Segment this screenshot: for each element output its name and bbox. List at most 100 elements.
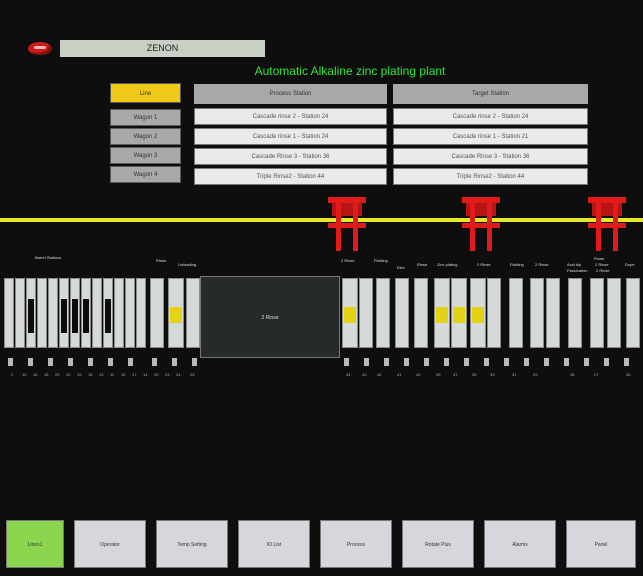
tank-foot <box>484 358 489 366</box>
tank-slot[interactable] <box>150 278 164 348</box>
tank-slot[interactable] <box>70 278 80 348</box>
tank-slot[interactable] <box>81 278 91 348</box>
station-number: 17 <box>132 372 137 377</box>
nav-io-list-button[interactable]: IO List <box>238 520 310 568</box>
station-number: 19 <box>77 372 82 377</box>
tank-foot <box>584 358 589 366</box>
tank-foot <box>464 358 469 366</box>
tank-slot[interactable] <box>395 278 409 348</box>
station-number: 12 <box>121 372 126 377</box>
tank-foot <box>88 358 93 366</box>
tank-slot[interactable] <box>546 278 560 348</box>
station-group-label: Unloading <box>178 262 197 267</box>
tank-slot[interactable] <box>568 278 582 348</box>
tank-slot[interactable] <box>136 278 146 348</box>
station-number: 35 <box>472 372 477 377</box>
tank-slot[interactable] <box>451 278 467 348</box>
nav-operator-button[interactable]: Operator <box>74 520 146 568</box>
tank-slot[interactable] <box>607 278 621 348</box>
nav-panel-button[interactable]: Panel <box>566 520 636 568</box>
tank-slot[interactable] <box>590 278 604 348</box>
tank-foot <box>344 358 349 366</box>
tank-slot[interactable] <box>26 278 36 348</box>
station-number: 39 <box>436 372 441 377</box>
station-group-label: 2 Rinse <box>535 262 549 267</box>
wagon-1-button[interactable]: Wagon 1 <box>110 109 181 126</box>
hoist-wagon-2[interactable] <box>462 197 500 251</box>
tank-slot[interactable] <box>15 278 25 348</box>
tank-slot[interactable] <box>376 278 390 348</box>
tank-slot[interactable] <box>59 278 69 348</box>
tank-feet <box>4 358 643 366</box>
tank-slot[interactable] <box>342 278 358 348</box>
station-number: 13 <box>99 372 104 377</box>
tank-foot <box>544 358 549 366</box>
tank-slot[interactable] <box>186 278 200 348</box>
tank-slot[interactable] <box>92 278 102 348</box>
station-number: 40 <box>416 372 421 377</box>
tank-foot <box>152 358 157 366</box>
tank-slot[interactable] <box>530 278 544 348</box>
hoist-wagon-1[interactable] <box>328 197 366 251</box>
tank-foot <box>564 358 569 366</box>
station-group-label: Elec <box>397 265 405 270</box>
tank-slot[interactable] <box>37 278 47 348</box>
nav-rotate-plus-button[interactable]: Rotate Plus <box>402 520 474 568</box>
hoist-leg <box>336 197 341 251</box>
tank-slot[interactable] <box>414 278 428 348</box>
tank-slot[interactable] <box>359 278 373 348</box>
nav-lines-button[interactable]: Lines1 <box>6 520 64 568</box>
nav-alarms-button[interactable]: Alarms <box>484 520 556 568</box>
station-group-label: Rinse <box>417 262 428 267</box>
station-number: 29 <box>533 372 538 377</box>
station-number: 43 <box>362 372 367 377</box>
wagon-2-button[interactable]: Wagon 2 <box>110 128 181 145</box>
nav-process-button[interactable]: Process <box>320 520 392 568</box>
tank-foot <box>48 358 53 366</box>
station-group-label: Pickling <box>510 262 524 267</box>
hoist-leg <box>596 197 601 251</box>
tank-slot[interactable] <box>487 278 501 348</box>
station-number: 42 <box>377 372 382 377</box>
tank-slot[interactable] <box>4 278 14 348</box>
station-group-label: 2 Rinse <box>596 268 610 273</box>
wagon-4-button[interactable]: Wagon 4 <box>110 166 181 183</box>
process-cell: Triple Rinse2 - Station 44 <box>194 168 387 185</box>
hoist-bar <box>588 223 626 228</box>
tank-slot[interactable] <box>125 278 135 348</box>
hoist-bar <box>462 223 500 228</box>
hoist-bar <box>588 197 626 203</box>
station-number: 33 <box>490 372 495 377</box>
station-group-label: Pickling <box>374 258 388 263</box>
tank-slot[interactable] <box>434 278 450 348</box>
tank-foot <box>108 358 113 366</box>
tank-foot <box>624 358 629 366</box>
tank-slot[interactable] <box>509 278 523 348</box>
tank-foot <box>364 358 369 366</box>
station-group-label: Passivation <box>567 268 588 273</box>
tank-slot[interactable] <box>626 278 640 348</box>
hoist-bar <box>462 197 500 203</box>
tank-slot[interactable] <box>48 278 58 348</box>
tank-slot[interactable] <box>103 278 113 348</box>
tank-foot <box>444 358 449 366</box>
station-group-label: Rinse <box>156 258 167 263</box>
target-station-header: Target Station <box>393 84 588 104</box>
wagon-3-button[interactable]: Wagon 3 <box>110 147 181 164</box>
nav-temp-setting-button[interactable]: Temp Setting <box>156 520 228 568</box>
hoist-wagon-3[interactable] <box>588 197 626 251</box>
station-number: 18 <box>44 372 49 377</box>
station-number: 37 <box>453 372 458 377</box>
station-group-label: Dryer <box>625 262 635 267</box>
tank-foot <box>192 358 197 366</box>
tank-slot[interactable] <box>470 278 486 348</box>
process-cell: Cascade rinse 1 - Station 24 <box>194 128 387 145</box>
tank-foot <box>604 358 609 366</box>
tank-slot[interactable] <box>168 278 184 348</box>
large-tank[interactable]: 2 Rinse <box>200 276 340 358</box>
tank-foot <box>384 358 389 366</box>
line-button[interactable]: Line <box>110 83 181 103</box>
tank-slot[interactable] <box>114 278 124 348</box>
tank-foot <box>404 358 409 366</box>
station-number: 26 <box>626 372 631 377</box>
